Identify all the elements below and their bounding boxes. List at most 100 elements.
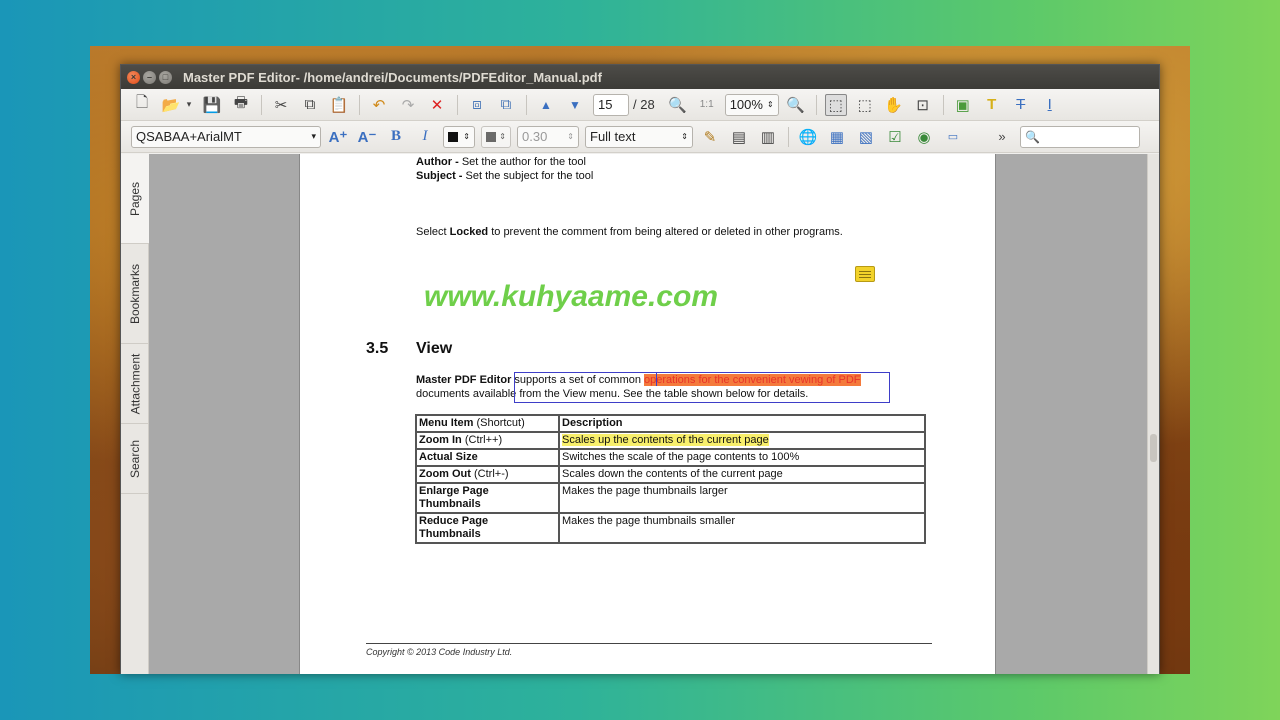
push-button-icon[interactable]: ▭ bbox=[942, 126, 964, 148]
text-selection-box[interactable] bbox=[514, 372, 890, 403]
redo-icon[interactable]: ↷ bbox=[397, 94, 419, 116]
subject-label: Subject - bbox=[416, 170, 463, 182]
table-cell: Enlarge Page Thumbnails bbox=[415, 482, 560, 514]
next-page-icon[interactable]: ▼ bbox=[564, 94, 586, 116]
fill-color-select[interactable]: ⇕ bbox=[443, 125, 475, 148]
decrease-font-icon[interactable]: A⁻ bbox=[356, 126, 378, 148]
copy-icon[interactable]: ⧉ bbox=[299, 94, 321, 116]
open-dropdown-icon[interactable]: ▾ bbox=[184, 94, 194, 116]
text-box-icon[interactable]: ▤ bbox=[728, 126, 750, 148]
edit-text-tool-icon[interactable]: ⬚ bbox=[854, 94, 876, 116]
bring-forward-icon[interactable]: ⧉ bbox=[495, 94, 517, 116]
radio-button-icon[interactable]: ◉ bbox=[913, 126, 935, 148]
locked-bold: Locked bbox=[449, 226, 489, 238]
author-label: Author - bbox=[416, 156, 459, 168]
tab-pages-label: Pages bbox=[128, 181, 142, 216]
delete-icon[interactable]: ✕ bbox=[426, 94, 448, 116]
tab-bookmarks[interactable]: Bookmarks bbox=[121, 244, 149, 344]
strikeout-text-icon[interactable]: T bbox=[1010, 94, 1032, 116]
send-backward-icon[interactable]: ⧈ bbox=[466, 94, 488, 116]
zoom-out-icon[interactable]: 🔍 bbox=[667, 94, 689, 116]
vertical-scrollbar[interactable] bbox=[1147, 154, 1159, 674]
add-image-icon[interactable]: ▣ bbox=[952, 94, 974, 116]
underline-text-icon[interactable]: I bbox=[1039, 94, 1061, 116]
zoom-level-select[interactable]: 100% ⇕ bbox=[724, 93, 779, 116]
text-field-icon[interactable]: ▦ bbox=[826, 126, 848, 148]
view-menu-table: Menu Item (Shortcut) Description Zoom In… bbox=[415, 414, 926, 544]
table-row: Zoom In (Ctrl++) Scales up the contents … bbox=[415, 431, 926, 450]
selection-cursor-line bbox=[656, 372, 657, 386]
checkbox-icon[interactable]: ☑ bbox=[884, 126, 906, 148]
tab-pages[interactable]: Pages bbox=[121, 154, 149, 244]
toolbar-separator bbox=[788, 126, 789, 147]
new-document-icon[interactable]: 🗋 bbox=[131, 94, 153, 116]
locked-post: to prevent the comment from being altere… bbox=[488, 226, 843, 238]
toolbar-separator bbox=[457, 94, 458, 115]
list-box-icon[interactable]: ▧ bbox=[855, 126, 877, 148]
italic-icon[interactable]: I bbox=[414, 126, 436, 148]
main-area: Pages Bookmarks Attachment Search Author… bbox=[121, 154, 1159, 674]
row-shortcut: (Ctrl++) bbox=[461, 434, 503, 446]
page-number-input[interactable]: 15 bbox=[593, 93, 629, 116]
toolbar-separator bbox=[815, 94, 817, 115]
text-mode-select[interactable]: Full text ⇕ bbox=[585, 125, 693, 148]
side-panel-tabs: Pages Bookmarks Attachment Search bbox=[121, 154, 149, 674]
bold-icon[interactable]: B bbox=[385, 126, 407, 148]
locked-paragraph: Select Locked to prevent the comment fro… bbox=[416, 226, 843, 238]
previous-page-icon[interactable]: ▲ bbox=[535, 94, 557, 116]
cut-icon[interactable]: ✂ bbox=[270, 94, 292, 116]
image-tool-icon[interactable]: ▥ bbox=[757, 126, 779, 148]
row-description: Switches the scale of the page contents … bbox=[558, 448, 926, 467]
open-folder-icon[interactable]: 📂 bbox=[160, 94, 182, 116]
tab-attachment[interactable]: Attachment bbox=[121, 344, 149, 424]
fill-color-swatch bbox=[448, 131, 458, 142]
close-window-button[interactable]: × bbox=[127, 70, 140, 84]
toolbar-separator bbox=[942, 94, 944, 115]
scrollbar-thumb[interactable] bbox=[1150, 434, 1157, 462]
print-icon[interactable]: 🖶 bbox=[230, 94, 252, 116]
snapshot-tool-icon[interactable]: ⊡ bbox=[912, 94, 934, 116]
link-icon[interactable]: 🌐 bbox=[797, 126, 819, 148]
increase-font-icon[interactable]: A⁺ bbox=[327, 126, 349, 148]
document-viewport[interactable]: Author - Set the author for the tool Sub… bbox=[149, 154, 1147, 674]
row-item: Zoom In bbox=[419, 434, 462, 446]
row-item: Enlarge Page Thumbnails bbox=[419, 485, 489, 510]
author-text: Set the author for the tool bbox=[458, 156, 586, 168]
pen-icon[interactable]: ✎ bbox=[699, 126, 721, 148]
spin-arrows-icon: ⇕ bbox=[681, 132, 688, 141]
line-width-input[interactable]: 0.30 ⇕ bbox=[517, 125, 579, 148]
hand-tool-icon[interactable]: ✋ bbox=[883, 94, 905, 116]
table-header-cell: Menu Item (Shortcut) bbox=[415, 414, 560, 433]
tab-bookmarks-label: Bookmarks bbox=[128, 263, 142, 324]
table-header-row: Menu Item (Shortcut) Description bbox=[415, 414, 926, 433]
dropdown-arrow-icon: ▾ bbox=[311, 131, 316, 141]
undo-icon[interactable]: ↶ bbox=[368, 94, 390, 116]
zoom-in-icon[interactable]: 🔍 bbox=[785, 94, 807, 116]
select-tool-icon[interactable]: ⬚ bbox=[824, 93, 847, 116]
minimize-window-button[interactable]: – bbox=[143, 70, 156, 84]
actual-size-icon[interactable]: 1:1 bbox=[696, 94, 718, 116]
tab-attachment-label: Attachment bbox=[128, 353, 143, 414]
table-cell: Zoom Out (Ctrl+-) bbox=[415, 465, 560, 484]
search-input[interactable]: 🔍 bbox=[1020, 125, 1140, 148]
window-title: Master PDF Editor- /home/andrei/Document… bbox=[183, 69, 602, 85]
row-description-highlighted[interactable]: Scales up the contents of the current pa… bbox=[562, 434, 769, 446]
maximize-window-button[interactable]: □ bbox=[159, 70, 172, 84]
pdf-page[interactable]: Author - Set the author for the tool Sub… bbox=[299, 154, 996, 674]
font-select[interactable]: QSABAA+ArialMT ▾ bbox=[131, 125, 321, 148]
save-icon[interactable]: 💾 bbox=[201, 94, 223, 116]
tab-search[interactable]: Search bbox=[121, 424, 149, 494]
row-description: Makes the page thumbnails larger bbox=[558, 482, 926, 514]
row-description: Makes the page thumbnails smaller bbox=[558, 512, 926, 544]
subject-line: Subject - Set the subject for the tool bbox=[416, 170, 593, 182]
table-cell: Zoom In (Ctrl++) bbox=[415, 431, 560, 450]
more-tools-button[interactable]: » bbox=[991, 126, 1013, 148]
row-description: Scales down the contents of the current … bbox=[558, 465, 926, 484]
header-menu-item: Menu Item bbox=[419, 417, 474, 429]
author-line: Author - Set the author for the tool bbox=[416, 156, 586, 168]
paste-icon[interactable]: 📋 bbox=[328, 94, 350, 116]
comment-note-icon[interactable] bbox=[855, 266, 875, 282]
locked-pre: Select bbox=[416, 226, 450, 238]
highlight-text-icon[interactable]: T bbox=[981, 94, 1003, 116]
stroke-color-select[interactable]: ⇕ bbox=[481, 125, 511, 148]
